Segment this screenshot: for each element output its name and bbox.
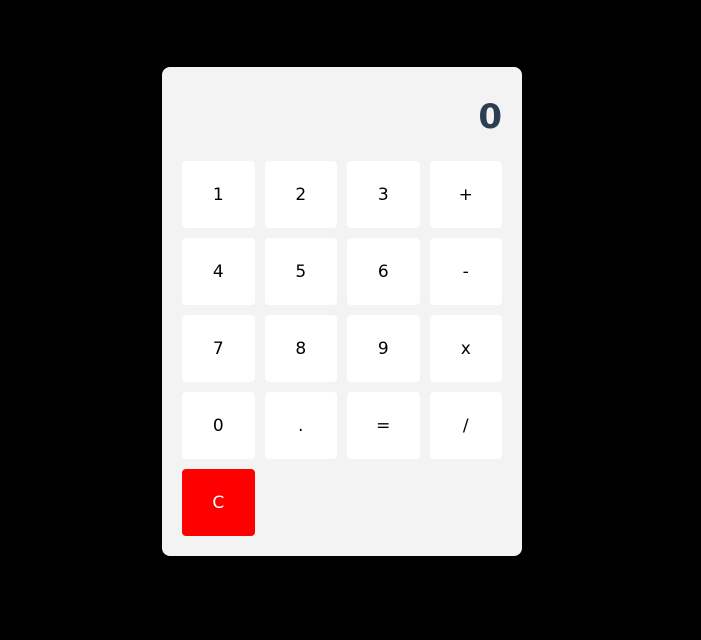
key-3[interactable]: 3 (347, 161, 420, 228)
key-plus[interactable]: + (429, 161, 502, 228)
key-7[interactable]: 7 (182, 315, 255, 382)
key-multiply[interactable]: x (429, 315, 502, 382)
calculator-panel: 0 1 2 3 + 4 5 6 - 7 8 9 x 0 . = / C (162, 67, 522, 556)
key-minus[interactable]: - (429, 238, 502, 305)
key-equals[interactable]: = (347, 392, 420, 459)
key-8[interactable]: 8 (264, 315, 337, 382)
key-6[interactable]: 6 (347, 238, 420, 305)
key-decimal[interactable]: . (264, 392, 337, 459)
key-0[interactable]: 0 (182, 392, 255, 459)
key-1[interactable]: 1 (182, 161, 255, 228)
key-4[interactable]: 4 (182, 238, 255, 305)
key-clear[interactable]: C (182, 469, 255, 536)
key-2[interactable]: 2 (264, 161, 337, 228)
key-divide[interactable]: / (429, 392, 502, 459)
key-5[interactable]: 5 (264, 238, 337, 305)
keypad: 1 2 3 + 4 5 6 - 7 8 9 x 0 . = / C (182, 161, 502, 536)
calculator-display: 0 (478, 97, 502, 137)
key-9[interactable]: 9 (347, 315, 420, 382)
